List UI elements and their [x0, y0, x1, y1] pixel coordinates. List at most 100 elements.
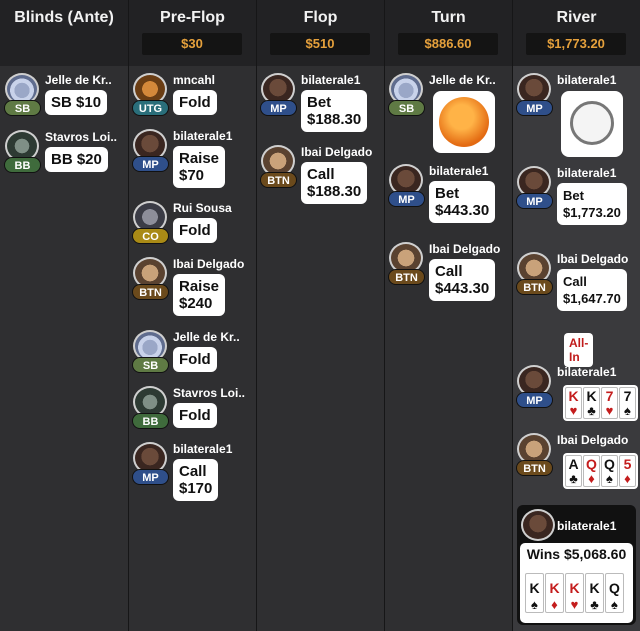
player-avatar: CO — [132, 201, 169, 244]
action-bubble: SB $10 — [45, 90, 108, 115]
column-header: Blinds (Ante) — [0, 0, 128, 66]
position-badge: BTN — [260, 172, 297, 188]
playing-card: 7 ♥ — [601, 387, 618, 419]
column-header: Pre-Flop $30 — [129, 0, 256, 66]
position-badge: SB — [388, 100, 425, 116]
pot-amount: $886.60 — [398, 33, 498, 55]
player-avatar: MP — [388, 164, 425, 207]
card-rank: 5 — [623, 456, 632, 472]
card-suit: ♥ — [605, 403, 614, 418]
player-name: Jelle de Kr.. — [429, 73, 496, 87]
card-rank: K — [568, 388, 579, 404]
action-bubble: Call $170 — [173, 459, 219, 501]
player-avatar: SB — [132, 330, 169, 373]
position-badge: SB — [4, 100, 41, 116]
pot-amount: $1,773.20 — [526, 33, 626, 55]
action-bubble: Bet $443.30 — [429, 181, 496, 223]
pot-amount: $510 — [270, 33, 370, 55]
player-name: Jelle de Kr.. — [173, 330, 240, 344]
player-name: Rui Sousa — [173, 201, 232, 215]
player-name: bilaterale1 — [557, 73, 617, 87]
gorilla-avatar-icon — [521, 509, 555, 541]
card-rank: A — [568, 456, 579, 472]
player-name: bilaterale1 — [301, 73, 361, 87]
position-badge: MP — [132, 469, 169, 485]
player-avatar: SB — [4, 73, 41, 116]
action-bubble: Bet $1,773.20 — [557, 183, 627, 225]
crying-face-emote-icon — [433, 91, 495, 153]
card-rank: Q — [604, 456, 615, 472]
player-name: Ibai Delgado — [173, 257, 245, 271]
player-avatar: MP — [516, 365, 553, 408]
card-rank: Q — [609, 580, 620, 596]
position-badge: BTN — [388, 269, 425, 285]
player-name: Stavros Loi.. — [45, 130, 118, 144]
playing-card: Q ♠ — [605, 573, 624, 613]
winner-name: bilaterale1 — [557, 519, 617, 533]
column-title: Turn — [431, 9, 466, 26]
position-badge: MP — [260, 100, 297, 116]
player-avatar: MP — [516, 73, 553, 116]
winner-cards: K ♠ K ♦ K ♥ K ♣ Q ♠ — [525, 573, 624, 613]
player-avatar: MP — [132, 129, 169, 172]
action-bubble: Fold — [173, 403, 217, 428]
player-name: mncahl — [173, 73, 216, 87]
player-avatar: BB — [132, 386, 169, 429]
card-suit: ♠ — [624, 403, 631, 418]
action-bubble: BB $20 — [45, 147, 108, 172]
player-avatar: BTN — [516, 433, 553, 476]
action-bubble: Fold — [173, 347, 217, 372]
winner-avatar — [520, 509, 556, 541]
position-badge: BTN — [132, 284, 169, 300]
player-avatar: BTN — [516, 252, 553, 295]
playing-card: K ♣ — [585, 573, 604, 613]
alarm-clock-emote-icon — [561, 91, 623, 157]
playing-card: Q ♠ — [601, 455, 618, 487]
column-title: Blinds (Ante) — [14, 9, 114, 26]
column-header: River $1,773.20 — [513, 0, 640, 66]
winner-result: Wins $5,068.60 K ♠ K ♦ K ♥ K ♣ Q ♠ — [520, 543, 633, 623]
player-name: Ibai Delgado — [429, 242, 501, 256]
player-avatar: MP — [516, 166, 553, 209]
column-title: River — [556, 9, 597, 26]
winner-label: Wins $5,068.60 — [526, 546, 627, 562]
position-badge: MP — [132, 156, 169, 172]
card-rank: K — [589, 580, 600, 596]
playing-card: 7 ♠ — [619, 387, 636, 419]
player-name: bilaterale1 — [173, 442, 233, 456]
playing-card: K ♥ — [565, 387, 582, 419]
player-name: Ibai Delgado — [301, 145, 373, 159]
card-suit: ♥ — [569, 403, 578, 418]
card-rank: 7 — [605, 388, 614, 404]
position-badge: CO — [132, 228, 169, 244]
playing-card: K ♦ — [545, 573, 564, 613]
position-badge: BB — [132, 413, 169, 429]
card-suit: ♦ — [551, 597, 558, 612]
card-rank: K — [569, 580, 580, 596]
card-rank: Q — [586, 456, 597, 472]
card-suit: ♠ — [611, 597, 618, 612]
action-bubble: Call $1,647.70 — [557, 269, 627, 311]
player-avatar: MP — [260, 73, 297, 116]
playing-card: 5 ♦ — [619, 455, 636, 487]
playing-card: Q ♦ — [583, 455, 600, 487]
playing-card: A ♣ — [565, 455, 582, 487]
action-bubble: Call $443.30 — [429, 259, 496, 301]
player-name: Ibai Delgado — [557, 433, 629, 447]
player-avatar: BTN — [260, 145, 297, 188]
position-badge: BB — [4, 157, 41, 173]
column-title: Pre-Flop — [160, 9, 225, 26]
position-badge: MP — [516, 392, 553, 408]
card-rank: K — [529, 580, 540, 596]
card-suit: ♣ — [569, 471, 578, 486]
card-suit: ♣ — [590, 597, 599, 612]
card-rank: 7 — [623, 388, 632, 404]
action-bubble: Raise $240 — [173, 274, 226, 316]
card-suit: ♠ — [606, 471, 613, 486]
player-avatar: MP — [132, 442, 169, 485]
card-suit: ♠ — [531, 597, 538, 612]
action-bubble: Fold — [173, 90, 217, 115]
player-avatar: BB — [4, 130, 41, 173]
player-avatar: UTG — [132, 73, 169, 116]
shown-cards: A ♣ Q ♦ Q ♠ 5 ♦ — [563, 453, 638, 489]
